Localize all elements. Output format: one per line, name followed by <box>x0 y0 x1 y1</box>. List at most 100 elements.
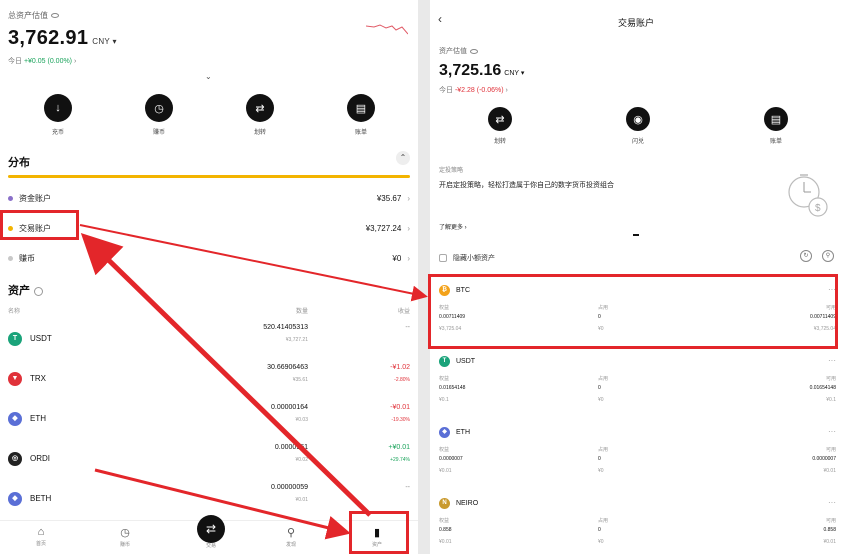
coin-used-fiat: ¥0 <box>598 468 604 474</box>
flash-swap-icon[interactable]: ◉ <box>626 107 650 131</box>
learn-more-link[interactable]: 了解更多 › <box>439 222 467 231</box>
asset-pnl: -¥1.02 <box>390 364 410 371</box>
promo-label: 定投策略 <box>439 168 464 174</box>
coin-avail-fiat: ¥0.1 <box>826 397 836 403</box>
action-bill[interactable]: ▤ 账单 <box>331 94 391 136</box>
more-icon[interactable]: ··· <box>828 498 836 507</box>
distribution-title: 分布 <box>8 157 30 169</box>
action-label: 闪兑 <box>631 139 644 145</box>
asset-row[interactable]: T USDT 520.41405313 ¥3,727.21 -- <box>0 322 418 362</box>
col-used: 占用 <box>598 376 609 382</box>
asset-pnl: -- <box>405 324 410 331</box>
checkbox-icon[interactable] <box>439 254 447 262</box>
refresh-icon[interactable]: ↻ <box>800 250 812 262</box>
coin-row-neiro[interactable]: N NEIRO ··· 权益 0.858 ¥0.01 占用 0 ¥0 可用 0.858 ¥0.01 <box>430 495 842 554</box>
trade-fab-button[interactable]: ⇄ <box>197 515 225 543</box>
action-label: 划转 <box>493 139 506 145</box>
nav-label: 首页 <box>35 541 46 547</box>
coin-avail: 0.0000007 <box>812 456 836 462</box>
expand-chevron-icon[interactable]: ⌄ <box>205 72 212 81</box>
total-value: 3,762.91 <box>8 27 89 49</box>
deposit-icon[interactable]: ↓ <box>44 94 72 122</box>
nav-label: 发现 <box>285 542 296 548</box>
nav-label: 赚币 <box>119 542 130 548</box>
asset-row[interactable]: ▼ TRX 30.66906463 ¥35.61 -¥1.02 -2.80% <box>0 362 418 402</box>
currency-selector[interactable]: CNY ▾ <box>92 37 117 46</box>
bal-value: 3,725.16 <box>439 62 502 79</box>
action-bill[interactable]: ▤ 账单 <box>746 107 806 145</box>
col-avail: 可用 <box>825 447 836 453</box>
svg-text:$: $ <box>815 203 821 214</box>
assets-title: 资产 <box>8 282 43 298</box>
asset-qty: 30.66906463 <box>267 364 308 371</box>
coin-equity-fiat: ¥0.1 <box>439 397 449 403</box>
coin-avail-fiat: ¥0.01 <box>823 539 836 545</box>
distribution-row[interactable]: 赚币 ¥0 › <box>0 248 418 268</box>
coin-equity: 0.858 <box>439 527 452 533</box>
asset-pnl: +¥0.01 <box>388 444 410 451</box>
asset-qty: 520.41405313 <box>263 324 308 331</box>
today-change: +¥0.05 (0.00%) <box>23 58 73 65</box>
hide-small-assets-toggle[interactable]: 隐藏小额资产 <box>439 253 495 263</box>
pager-indicator <box>633 234 639 236</box>
coin-row-usdt[interactable]: T USDT ··· 权益 0.01654148 ¥0.1 占用 0 ¥0 可用 0.0165414… <box>430 353 842 423</box>
action-flash-swap[interactable]: ◉ 闪兑 <box>608 107 668 145</box>
earn-nav-icon[interactable]: ◷ <box>110 526 140 539</box>
info-icon[interactable] <box>34 286 43 296</box>
asset-row[interactable]: ◆ ETH 0.00000164 ¥0.03 -¥0.01 -19.30% <box>0 402 418 442</box>
neiro-coin-icon: N <box>439 498 450 509</box>
coin-equity-fiat: ¥0.01 <box>439 539 452 545</box>
col-qty: 数量 <box>295 309 308 315</box>
distribution-value: ¥3,727.24 <box>365 223 402 233</box>
collapse-icon[interactable]: ⌃ <box>396 151 410 165</box>
asset-row[interactable]: ◎ ORDI 0.0000961 ¥0.02 +¥0.01 +29.74% <box>0 442 418 482</box>
asset-value: ¥0.01 <box>295 497 308 503</box>
distribution-row[interactable]: 资金账户 ¥35.67 › <box>0 188 418 208</box>
chevron-right-icon[interactable]: › <box>506 87 508 94</box>
transfer-icon[interactable]: ⇄ <box>488 107 512 131</box>
usdt-coin-icon: T <box>439 356 450 367</box>
nav-earn-nav[interactable]: ◷ 赚币 <box>110 526 140 548</box>
promo-text: 开启定投策略，轻松打造属于你自己的数字货币投资组合 <box>439 182 614 189</box>
distribution-value: ¥0 <box>392 253 402 263</box>
action-deposit[interactable]: ↓ 充币 <box>28 94 88 136</box>
col-equity: 权益 <box>439 447 450 453</box>
action-label: 充币 <box>51 130 64 136</box>
bal-label: 资产估值 <box>439 48 467 55</box>
asset-qty: 0.00000059 <box>271 484 308 491</box>
bill-icon[interactable]: ▤ <box>347 94 375 122</box>
currency-selector[interactable]: CNY ▾ <box>504 70 524 77</box>
clock-illustration-icon: $ <box>788 174 828 217</box>
ordi-coin-icon: ◎ <box>8 452 22 466</box>
chevron-right-icon[interactable]: › <box>74 58 76 65</box>
chevron-right-icon[interactable]: › <box>407 194 410 203</box>
earn-icon[interactable]: ◷ <box>145 94 173 122</box>
more-icon[interactable]: ··· <box>828 356 836 365</box>
eye-icon[interactable] <box>470 48 478 54</box>
nav-discover[interactable]: ⚲ 发现 <box>276 526 306 548</box>
asset-pnl-pct: -2.80% <box>394 377 410 383</box>
more-icon[interactable]: ··· <box>828 427 836 436</box>
total-label: 总资产估值 <box>8 11 48 20</box>
home-icon[interactable]: ⌂ <box>26 526 56 538</box>
chevron-right-icon[interactable]: › <box>407 224 410 233</box>
coin-row-eth[interactable]: ◆ ETH ··· 权益 0.0000007 ¥0.01 占用 0 ¥0 可用 0.0000007 ¥… <box>430 424 842 494</box>
nav-home[interactable]: ⌂ 首页 <box>26 526 56 547</box>
coin-used: 0 <box>598 456 601 462</box>
chevron-right-icon[interactable]: › <box>407 254 410 263</box>
eye-icon[interactable] <box>51 13 59 19</box>
action-label: 划转 <box>253 130 266 136</box>
col-used: 占用 <box>598 518 609 524</box>
bill-icon[interactable]: ▤ <box>764 107 788 131</box>
today-change: -¥2.28 (-0.06%) <box>454 87 504 94</box>
nav-label: 交易 <box>205 543 216 549</box>
search-icon[interactable]: ⚲ <box>822 250 834 262</box>
action-transfer[interactable]: ⇄ 划转 <box>470 107 530 145</box>
coin-symbol: ETH <box>456 429 470 436</box>
discover-icon[interactable]: ⚲ <box>276 526 306 539</box>
action-transfer[interactable]: ⇄ 划转 <box>230 94 290 136</box>
usdt-coin-icon: T <box>8 332 22 346</box>
col-pnl: 收益 <box>397 309 410 315</box>
transfer-icon[interactable]: ⇄ <box>246 94 274 122</box>
action-earn[interactable]: ◷ 赚币 <box>129 94 189 136</box>
